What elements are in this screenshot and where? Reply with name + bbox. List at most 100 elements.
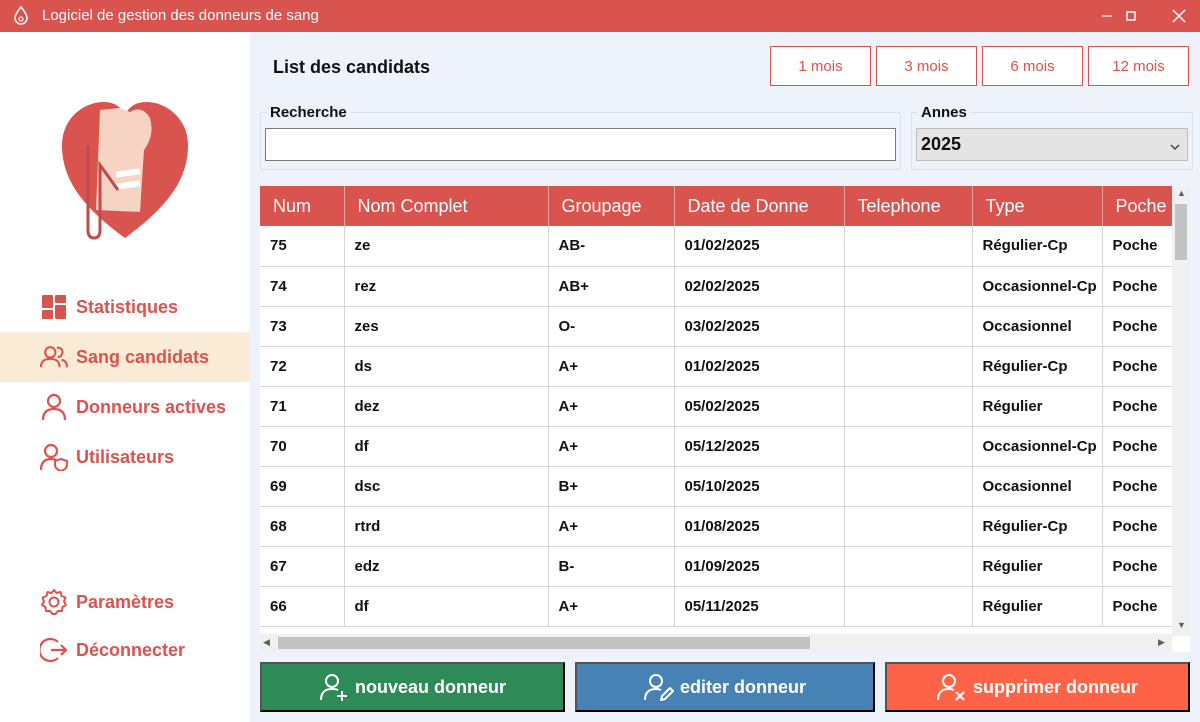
- main-panel: List des candidats 1 mois 3 mois 6 mois …: [250, 32, 1200, 722]
- scroll-up-icon[interactable]: ▲: [1177, 188, 1186, 198]
- table-cell: B-: [548, 546, 675, 587]
- column-header-num[interactable]: Num: [260, 186, 345, 226]
- table-header-row: Num Nom Complet Groupage Date de Donne T…: [260, 186, 1190, 226]
- user-edit-icon: [643, 672, 674, 702]
- user-shield-icon: [40, 443, 68, 471]
- scroll-right-icon[interactable]: ▶: [1158, 637, 1165, 648]
- table-cell: 74: [260, 266, 345, 307]
- table-cell: rez: [344, 266, 549, 307]
- table-cell: Régulier-Cp: [972, 226, 1103, 267]
- table-cell: dez: [344, 386, 549, 427]
- table-cell: 02/02/2025: [674, 266, 845, 307]
- period-button-3-mois[interactable]: 3 mois: [876, 46, 977, 86]
- table-cell: AB-: [548, 226, 675, 267]
- period-button-12-mois[interactable]: 12 mois: [1088, 46, 1189, 86]
- table-cell: A+: [548, 426, 675, 467]
- table-cell: Occasionnel: [972, 466, 1103, 507]
- table-cell: Régulier-Cp: [972, 346, 1103, 387]
- table-cell: [844, 226, 973, 267]
- table-cell: [844, 506, 973, 547]
- delete-donor-label: supprimer donneur: [972, 676, 1138, 697]
- column-header-groupage[interactable]: Groupage: [548, 186, 675, 226]
- sidebar-item-donneurs-actives[interactable]: Donneurs actives: [0, 382, 250, 432]
- logo: [60, 100, 190, 245]
- table-cell: dsc: [344, 466, 549, 507]
- table-row[interactable]: 70 df A+ 05/12/2025 Occasionnel-Cp Poche: [260, 426, 1190, 467]
- table-cell: 01/08/2025: [674, 506, 845, 547]
- sidebar-item-sang-candidats[interactable]: Sang candidats: [0, 332, 250, 382]
- table-cell: 01/09/2025: [674, 546, 845, 587]
- search-input[interactable]: [265, 128, 896, 161]
- maximize-button[interactable]: [1108, 0, 1154, 32]
- sidebar-item-deconnecter[interactable]: Déconnecter: [0, 625, 250, 675]
- year-select[interactable]: 2025: [916, 128, 1188, 161]
- edit-donor-button[interactable]: editer donneur: [575, 662, 875, 712]
- table-cell: df: [344, 426, 549, 467]
- table-cell: 66: [260, 586, 345, 627]
- period-button-1-mois[interactable]: 1 mois: [770, 46, 871, 86]
- table-cell: 01/02/2025: [674, 226, 845, 267]
- page-title: List des candidats: [273, 57, 431, 77]
- table-cell: 72: [260, 346, 345, 387]
- sidebar-item-statistiques[interactable]: Statistiques: [0, 282, 250, 332]
- table-cell: O-: [548, 306, 675, 347]
- table-cell: A+: [548, 586, 675, 627]
- close-icon: [1172, 9, 1186, 23]
- edit-donor-label: editer donneur: [679, 676, 806, 697]
- logout-icon: [40, 636, 68, 664]
- candidates-table: Num Nom Complet Groupage Date de Donne T…: [260, 186, 1190, 652]
- vertical-scrollbar[interactable]: ▲ ▼: [1172, 186, 1190, 636]
- delete-donor-button[interactable]: supprimer donneur: [885, 662, 1190, 712]
- blood-drop-icon: [10, 5, 32, 27]
- table-row[interactable]: 73 zes O- 03/02/2025 Occasionnel Poche: [260, 306, 1190, 347]
- column-header-date-de-donne[interactable]: Date de Donne: [674, 186, 845, 226]
- table-cell: 71: [260, 386, 345, 427]
- horizontal-scrollbar[interactable]: ◀ ▶: [260, 634, 1172, 652]
- sidebar-item-parametres[interactable]: Paramètres: [0, 577, 250, 627]
- table-row[interactable]: 72 ds A+ 01/02/2025 Régulier-Cp Poche: [260, 346, 1190, 387]
- users-icon: [40, 343, 68, 371]
- table-cell: Occasionnel: [972, 306, 1103, 347]
- user-remove-icon: [936, 672, 967, 702]
- new-donor-button[interactable]: nouveau donneur: [260, 662, 565, 712]
- sidebar-item-label: Donneurs actives: [76, 396, 227, 417]
- table-cell: [844, 586, 973, 627]
- table-cell: 05/12/2025: [674, 426, 845, 467]
- table-cell: Occasionnel-Cp: [972, 426, 1103, 467]
- column-header-telephone[interactable]: Telephone: [844, 186, 973, 226]
- scroll-down-icon[interactable]: ▼: [1177, 620, 1186, 630]
- table-row[interactable]: 74 rez AB+ 02/02/2025 Occasionnel-Cp Poche: [260, 266, 1190, 307]
- close-button[interactable]: [1156, 0, 1200, 32]
- table-cell: B+: [548, 466, 675, 507]
- table-row[interactable]: 66 df A+ 05/11/2025 Régulier Poche: [260, 586, 1190, 627]
- new-donor-label: nouveau donneur: [354, 676, 506, 697]
- table-cell: 05/02/2025: [674, 386, 845, 427]
- table-cell: 73: [260, 306, 345, 347]
- column-header-type[interactable]: Type: [972, 186, 1103, 226]
- scrollbar-thumb[interactable]: [1175, 204, 1187, 260]
- chevron-down-icon: [1169, 137, 1181, 158]
- table-cell: A+: [548, 506, 675, 547]
- table-cell: 67: [260, 546, 345, 587]
- table-cell: ze: [344, 226, 549, 267]
- table-row[interactable]: 69 dsc B+ 05/10/2025 Occasionnel Poche: [260, 466, 1190, 507]
- table-cell: AB+: [548, 266, 675, 307]
- sidebar-item-label: Déconnecter: [76, 639, 186, 660]
- scroll-left-icon[interactable]: ◀: [263, 637, 270, 648]
- table-cell: [844, 346, 973, 387]
- table-row[interactable]: 75 ze AB- 01/02/2025 Régulier-Cp Poche: [260, 226, 1190, 267]
- scrollbar-thumb[interactable]: [278, 637, 810, 649]
- column-header-nom-complet[interactable]: Nom Complet: [344, 186, 549, 226]
- table-cell: 05/10/2025: [674, 466, 845, 507]
- table-cell: [844, 266, 973, 307]
- table-cell: [844, 386, 973, 427]
- user-add-icon: [319, 672, 349, 702]
- period-button-6-mois[interactable]: 6 mois: [982, 46, 1083, 86]
- sidebar-item-utilisateurs[interactable]: Utilisateurs: [0, 432, 250, 482]
- table-cell: 68: [260, 506, 345, 547]
- table-row[interactable]: 68 rtrd A+ 01/08/2025 Régulier-Cp Poche: [260, 506, 1190, 547]
- table-row[interactable]: 71 dez A+ 05/02/2025 Régulier Poche: [260, 386, 1190, 427]
- table-row[interactable]: 67 edz B- 01/09/2025 Régulier Poche: [260, 546, 1190, 587]
- user-icon: [40, 393, 68, 421]
- table-cell: 75: [260, 226, 345, 267]
